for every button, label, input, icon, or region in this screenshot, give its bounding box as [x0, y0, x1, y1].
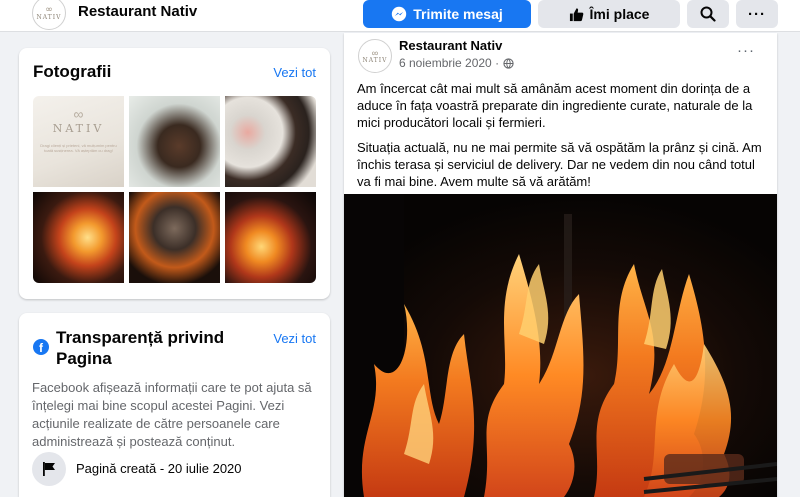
post-body: Am încercat cât mai mult să amânăm acest…	[357, 80, 767, 198]
page-header-bar: ∞ NATIV Restaurant Nativ Trimite mesaj Î…	[0, 0, 800, 32]
photo-thumbnail-grill-steaks[interactable]	[33, 192, 124, 283]
page-title[interactable]: Restaurant Nativ	[78, 3, 197, 20]
infinity-icon: ∞	[371, 47, 379, 58]
photo-thumbnail-steak-cutting[interactable]	[129, 96, 220, 187]
infinity-icon: ∞	[73, 106, 84, 122]
search-button[interactable]	[687, 0, 729, 28]
transparency-title: Transparență privind Pagina	[56, 328, 225, 368]
photo-thumbnail-flames-grill[interactable]	[225, 192, 316, 283]
post-paragraph: Am încercat cât mai mult să amânăm acest…	[357, 81, 753, 130]
post-card: ∞ NATIV Restaurant Nativ 6 noiembrie 202…	[344, 33, 777, 497]
send-message-button[interactable]: Trimite mesaj	[363, 0, 531, 28]
avatar-logo-text: NATIV	[362, 56, 388, 64]
post-avatar[interactable]: ∞ NATIV	[358, 39, 392, 73]
photos-see-all-link[interactable]: Vezi tot	[273, 65, 316, 80]
post-date-text: 6 noiembrie 2020 ·	[399, 56, 500, 70]
transparency-see-all-link[interactable]: Vezi tot	[273, 331, 316, 346]
page-logo[interactable]: ∞ NATIV	[32, 0, 66, 30]
photo-thumbnail-nativ-announcement[interactable]: ∞ NATIV Dragi clienți și prieteni, vă mu…	[33, 96, 124, 187]
flames-image	[344, 194, 777, 497]
post-photo-flames[interactable]	[344, 194, 777, 497]
logo-text: NATIV	[36, 13, 62, 21]
post-options-button[interactable]: ···	[737, 42, 755, 59]
send-message-label: Trimite mesaj	[413, 6, 503, 22]
photo-logo-text: NATIV	[52, 122, 105, 135]
search-icon	[700, 6, 716, 22]
transparency-description: Facebook afișează informații care te pot…	[32, 380, 312, 449]
thumbs-up-icon	[569, 7, 583, 21]
photos-card: Fotografii Vezi tot ∞ NATIV Dragi clienț…	[19, 48, 330, 299]
page-created-info: Pagină creată - 20 iulie 2020	[76, 461, 242, 476]
like-page-label: Îmi place	[589, 6, 650, 22]
photos-grid: ∞ NATIV Dragi clienți și prieteni, vă mu…	[33, 96, 316, 283]
globe-icon	[503, 57, 514, 69]
like-page-button[interactable]: Îmi place	[538, 0, 680, 28]
post-timestamp[interactable]: 6 noiembrie 2020 ·	[399, 56, 514, 70]
flag-icon	[32, 452, 66, 486]
photos-title: Fotografii	[33, 62, 112, 81]
more-options-button[interactable]: ···	[736, 0, 778, 28]
photo-card-text: Dragi clienți și prieteni, vă mulțumim p…	[40, 143, 117, 153]
post-paragraph: Situația actuală, nu ne mai permite să v…	[357, 140, 762, 189]
post-author[interactable]: Restaurant Nativ	[399, 38, 502, 53]
page-transparency-card: f Transparență privind Pagina Vezi tot F…	[19, 313, 330, 497]
infinity-icon: ∞	[45, 4, 53, 15]
messenger-icon	[392, 6, 407, 22]
facebook-icon: f	[33, 339, 49, 355]
photo-thumbnail-steak-board[interactable]	[225, 96, 316, 187]
photo-thumbnail-meat-on-fire[interactable]	[129, 192, 220, 283]
